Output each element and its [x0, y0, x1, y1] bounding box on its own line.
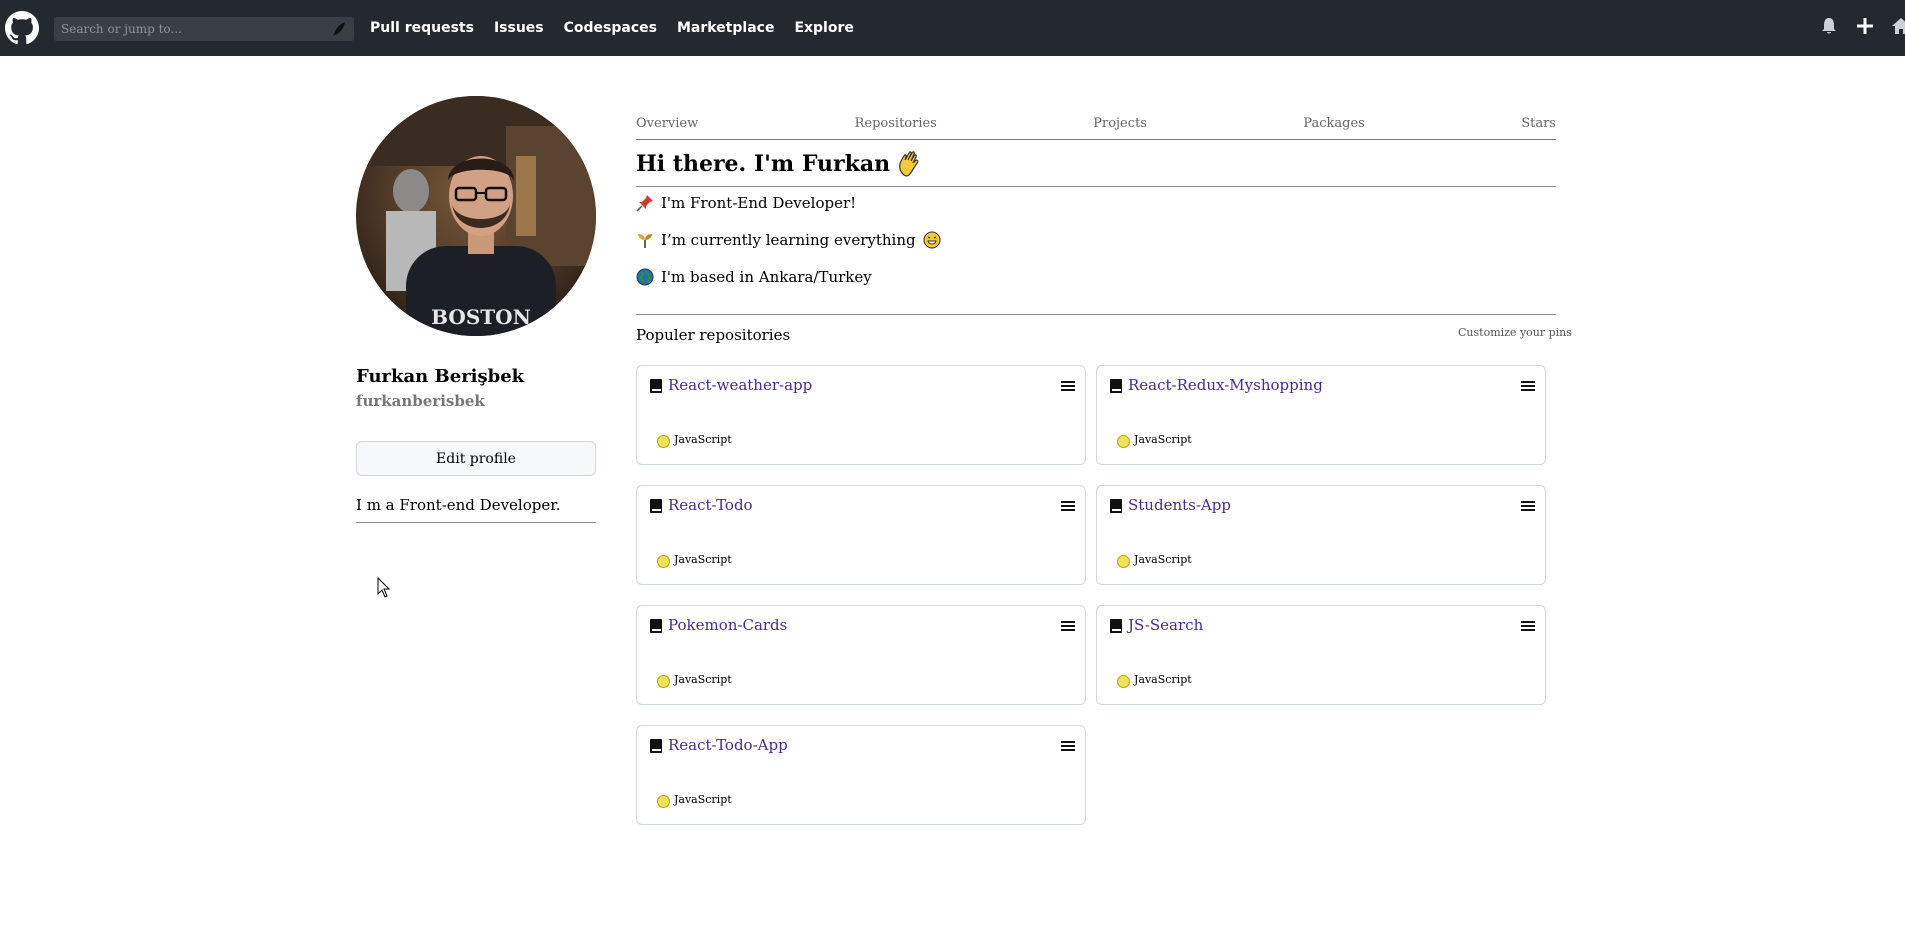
repo-book-icon: [650, 379, 662, 393]
repo-book-icon: [650, 619, 662, 633]
about-line-frontend: I'm Front-End Developer!: [636, 194, 856, 212]
search-input[interactable]: [54, 17, 324, 41]
repo-language: JavaScript: [1134, 673, 1192, 686]
tab-repositories[interactable]: Repositories: [855, 116, 937, 139]
plus-icon[interactable]: [1855, 16, 1875, 36]
repo-name-link[interactable]: React-Todo: [668, 496, 753, 514]
repo-book-icon: [1110, 499, 1122, 513]
mouse-cursor-icon: [377, 577, 391, 598]
language-color-dot: [657, 555, 670, 568]
about-text-learning: I’m currently learning everything: [661, 231, 916, 249]
top-navbar: Pull requests Issues Codespaces Marketpl…: [0, 0, 1905, 56]
repo-card[interactable]: JS-Search JavaScript: [1096, 605, 1546, 705]
about-line-learning: I’m currently learning everything: [636, 231, 941, 249]
greeting-divider: [636, 186, 1556, 187]
repo-card[interactable]: React-Todo JavaScript: [636, 485, 1086, 585]
bio-divider: [356, 522, 596, 523]
repo-language: JavaScript: [674, 553, 732, 566]
nav-issues[interactable]: Issues: [494, 18, 544, 38]
globe-icon: [636, 268, 654, 286]
repo-card[interactable]: React-weather-app JavaScript: [636, 365, 1086, 465]
repo-language: JavaScript: [1134, 433, 1192, 446]
popular-repos-title: Populer repositories: [636, 326, 791, 344]
about-text-location: I'm based in Ankara/Turkey: [661, 268, 872, 286]
repo-name-link[interactable]: React-Todo-App: [668, 736, 788, 754]
language-color-dot: [657, 795, 670, 808]
repo-language: JavaScript: [674, 793, 732, 806]
avatar[interactable]: BOSTON: [356, 96, 596, 336]
drag-handle-icon[interactable]: [1521, 500, 1535, 512]
repo-book-icon: [1110, 379, 1122, 393]
github-logo-icon[interactable]: [5, 11, 39, 45]
greeting-text: Hi there. I'm Furkan: [636, 151, 891, 177]
repo-book-icon: [650, 739, 662, 753]
repo-card[interactable]: React-Redux-Myshopping JavaScript: [1096, 365, 1546, 465]
readme-greeting: Hi there. I'm Furkan: [636, 150, 924, 178]
profile-bio: I m a Front-end Developer.: [356, 496, 561, 514]
about-text-frontend: I'm Front-End Developer!: [661, 194, 857, 212]
section-divider: [636, 314, 1556, 315]
edit-profile-button[interactable]: Edit profile: [356, 441, 596, 476]
drag-handle-icon[interactable]: [1061, 620, 1075, 632]
nav-explore[interactable]: Explore: [794, 18, 853, 38]
bell-icon[interactable]: [1819, 16, 1839, 36]
repo-book-icon: [1110, 619, 1122, 633]
repo-book-icon: [650, 499, 662, 513]
seedling-icon: [638, 234, 652, 248]
drag-handle-icon[interactable]: [1061, 500, 1075, 512]
profile-username: furkanberisbek: [356, 392, 485, 410]
language-color-dot: [1117, 555, 1130, 568]
repo-name-link[interactable]: Students-App: [1128, 496, 1231, 514]
waving-hand-icon: [899, 151, 919, 177]
avatar-photo: BOSTON: [356, 96, 596, 336]
tab-packages[interactable]: Packages: [1303, 116, 1365, 139]
language-color-dot: [1117, 675, 1130, 688]
repo-language: JavaScript: [674, 433, 732, 446]
repo-name-link[interactable]: Pokemon-Cards: [668, 616, 787, 634]
feather-icon: [333, 22, 345, 36]
about-line-location: I'm based in Ankara/Turkey: [636, 268, 872, 286]
repo-language: JavaScript: [1134, 553, 1192, 566]
top-icons: [1819, 16, 1905, 36]
drag-handle-icon[interactable]: [1521, 380, 1535, 392]
tab-overview[interactable]: Overview: [636, 116, 698, 139]
drag-handle-icon[interactable]: [1521, 620, 1535, 632]
repo-name-link[interactable]: React-Redux-Myshopping: [1128, 376, 1323, 394]
repo-card[interactable]: Pokemon-Cards JavaScript: [636, 605, 1086, 705]
drag-handle-icon[interactable]: [1061, 380, 1075, 392]
pushpin-icon: [636, 195, 653, 212]
nav-codespaces[interactable]: Codespaces: [564, 18, 657, 38]
tab-stars[interactable]: Stars: [1521, 116, 1556, 139]
tab-projects[interactable]: Projects: [1093, 116, 1147, 139]
drag-handle-icon[interactable]: [1061, 740, 1075, 752]
search-box[interactable]: [54, 17, 354, 41]
customize-pins-link[interactable]: Customize your pins: [1458, 326, 1572, 339]
laughing-face-icon: [923, 231, 941, 249]
repo-name-link[interactable]: JS-Search: [1128, 616, 1203, 634]
repo-card[interactable]: Students-App JavaScript: [1096, 485, 1546, 585]
nav-links: Pull requests Issues Codespaces Marketpl…: [370, 18, 854, 38]
repo-language: JavaScript: [674, 673, 732, 686]
nav-pull-requests[interactable]: Pull requests: [370, 18, 474, 38]
repo-card[interactable]: React-Todo-App JavaScript: [636, 725, 1086, 825]
profile-tabs: Overview Repositories Projects Packages …: [636, 116, 1556, 140]
home-icon[interactable]: [1891, 16, 1905, 36]
language-color-dot: [657, 675, 670, 688]
profile-name: Furkan Berişbek: [356, 366, 525, 387]
repo-name-link[interactable]: React-weather-app: [668, 376, 812, 394]
language-color-dot: [1117, 435, 1130, 448]
nav-marketplace[interactable]: Marketplace: [677, 18, 774, 38]
svg-text:BOSTON: BOSTON: [431, 305, 531, 329]
language-color-dot: [657, 435, 670, 448]
